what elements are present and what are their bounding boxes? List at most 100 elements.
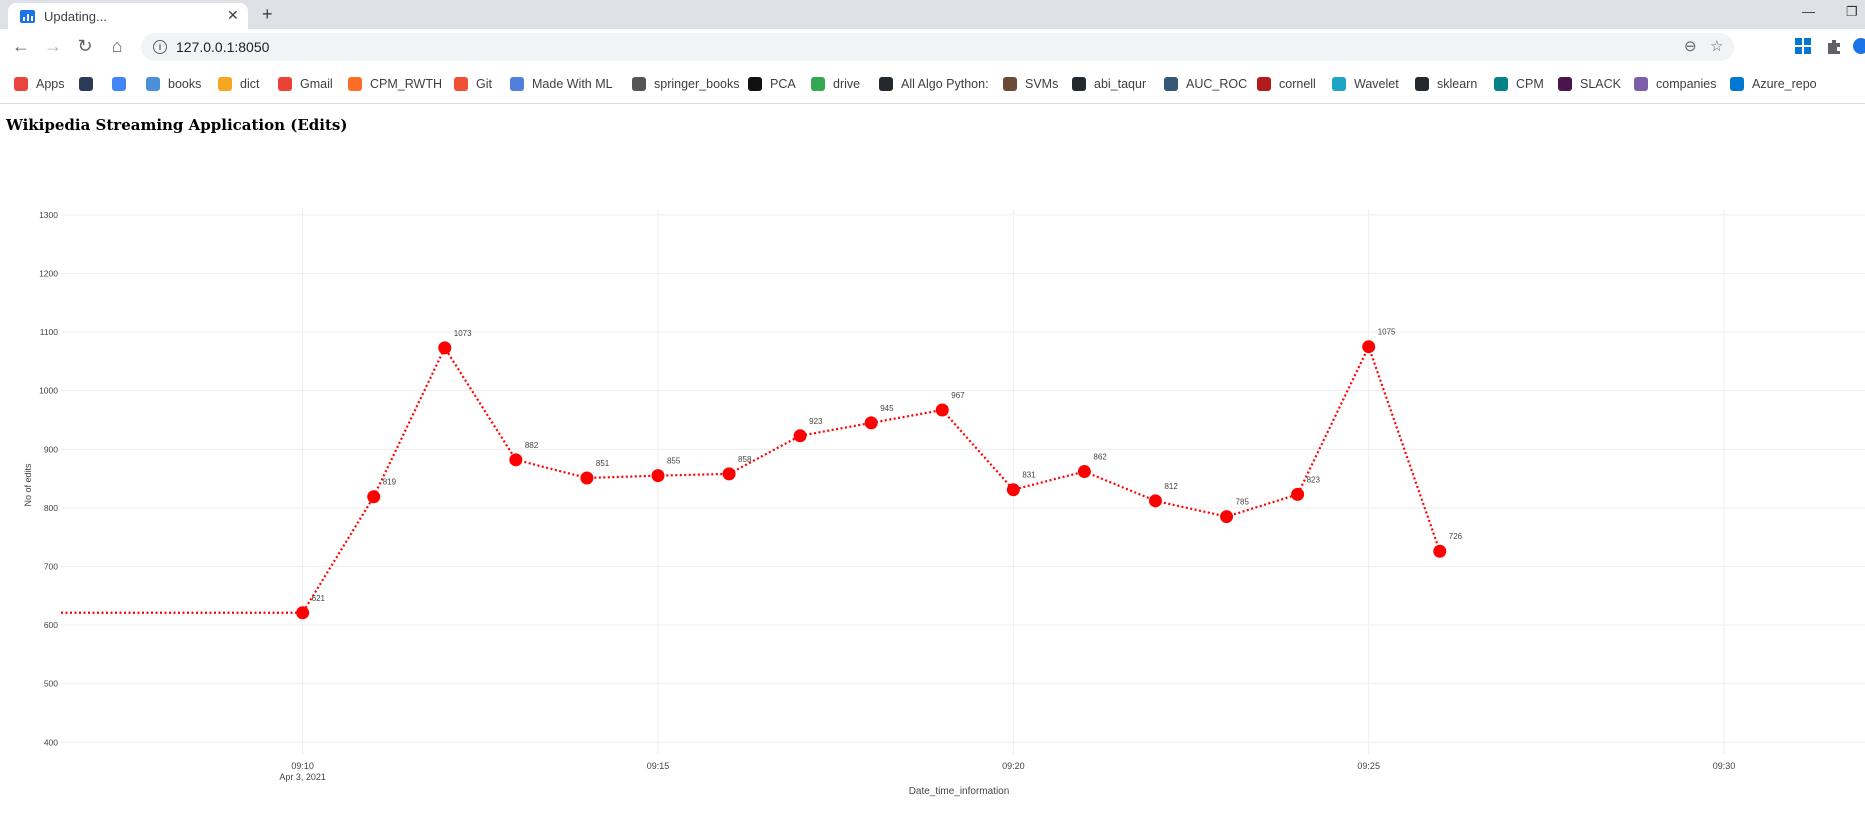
- bookmark-label: Wavelet: [1354, 77, 1399, 91]
- bookmark-item[interactable]: abi_taqur: [1072, 76, 1146, 92]
- bookmark-label: PCA: [770, 77, 796, 91]
- address-bar[interactable]: i 127.0.0.1:8050 ⊖ ☆: [141, 33, 1734, 61]
- data-point: [296, 606, 310, 620]
- bookmark-item[interactable]: sklearn: [1415, 76, 1477, 92]
- data-label: 923: [809, 417, 823, 426]
- data-label: 1073: [454, 329, 472, 338]
- puzzle-icon: [1634, 77, 1648, 91]
- data-point: [722, 467, 736, 481]
- bookmark-label: books: [168, 77, 202, 91]
- bookmark-label: cornell: [1279, 77, 1316, 91]
- data-point: [1077, 465, 1091, 479]
- bookmark-item[interactable]: [112, 76, 134, 92]
- series-edits: [61, 340, 1447, 620]
- bookmark-item[interactable]: PCA: [748, 76, 796, 92]
- extensions-puzzle-icon[interactable]: [1825, 37, 1843, 55]
- bookmark-item[interactable]: Made With ML: [510, 76, 613, 92]
- data-label: 831: [1022, 471, 1036, 480]
- bookmark-label: SLACK: [1580, 77, 1621, 91]
- y-axis-ticks: 400 500 600 700 800 900 1000 1100 1200 1300: [39, 210, 58, 747]
- page-title: Wikipedia Streaming Application (Edits): [6, 116, 348, 134]
- site-info-icon[interactable]: i: [153, 40, 167, 54]
- data-label: 823: [1307, 475, 1321, 484]
- bookmark-label: Made With ML: [532, 77, 613, 91]
- series-line: [61, 343, 1441, 614]
- windows-extension-icon[interactable]: [1794, 37, 1812, 55]
- wavelet-icon: [1332, 77, 1346, 91]
- data-point: [580, 471, 594, 485]
- bookmark-label: springer_books: [654, 77, 740, 91]
- data-label: 785: [1236, 498, 1250, 507]
- x-tick-label: 09:25: [1357, 761, 1380, 771]
- bookmark-item[interactable]: springer_books: [632, 76, 739, 92]
- data-point: [1362, 340, 1376, 354]
- bookmark-item[interactable]: SLACK: [1558, 76, 1621, 92]
- bookmark-star-icon[interactable]: ☆: [1710, 37, 1723, 55]
- zoom-icon[interactable]: ⊖: [1684, 37, 1697, 55]
- data-point: [509, 453, 523, 467]
- close-tab-icon[interactable]: ✕: [227, 7, 239, 24]
- data-point: [1006, 483, 1020, 497]
- url-text: 127.0.0.1:8050: [176, 39, 270, 55]
- bookmark-label: CPM_RWTH: [370, 77, 442, 91]
- back-arrow-icon[interactable]: ←: [10, 35, 32, 57]
- home-icon[interactable]: ⌂: [106, 35, 128, 57]
- restore-window-icon[interactable]: ❐: [1846, 4, 1858, 20]
- data-label: 1075: [1378, 328, 1396, 337]
- bookmark-label: sklearn: [1437, 77, 1478, 91]
- y-tick-label: 1100: [40, 327, 59, 337]
- browser-toolbar: ← → ↻ ⌂ i 127.0.0.1:8050 ⊖ ☆: [0, 29, 1865, 65]
- bookmark-item[interactable]: Git: [454, 76, 492, 92]
- bookmark-label: Gmail: [300, 77, 333, 91]
- gitlab-icon: [348, 77, 362, 91]
- bookmark-label: SVMs: [1025, 77, 1059, 91]
- data-label: 945: [880, 404, 894, 413]
- x-tick-label: 09:10: [291, 761, 314, 771]
- data-label: 882: [525, 441, 539, 450]
- y-tick-label: 600: [44, 620, 58, 630]
- x-axis-title: Date_time_information: [909, 786, 1010, 797]
- data-point: [651, 469, 665, 483]
- bookmark-item[interactable]: CPM: [1494, 76, 1544, 92]
- github-icon: [879, 77, 893, 91]
- bookmark-item[interactable]: books: [146, 76, 201, 92]
- data-label: 855: [667, 457, 681, 466]
- data-point: [1433, 544, 1447, 558]
- minimize-window-icon[interactable]: —: [1802, 4, 1815, 19]
- sharepoint-icon: [1494, 77, 1508, 91]
- bookmark-item[interactable]: CPM_RWTH: [348, 76, 442, 92]
- profile-avatar-icon[interactable]: [1852, 37, 1865, 55]
- bookmark-item[interactable]: Wavelet: [1332, 76, 1399, 92]
- bookmark-item[interactable]: Apps: [14, 76, 65, 92]
- bookmark-item[interactable]: Azure_repo: [1730, 76, 1817, 92]
- data-label: 726: [1449, 532, 1463, 541]
- bookmark-label: dict: [240, 77, 260, 91]
- new-tab-plus-icon[interactable]: +: [262, 4, 273, 25]
- bookmark-item[interactable]: dict: [218, 76, 259, 92]
- bookmark-item[interactable]: cornell: [1257, 76, 1316, 92]
- azure-icon: [1730, 77, 1744, 91]
- data-label: 851: [596, 459, 610, 468]
- browser-tab[interactable]: Updating... ✕: [8, 3, 248, 29]
- reload-icon[interactable]: ↻: [74, 35, 96, 57]
- data-label: 862: [1093, 453, 1107, 462]
- slack-icon: [1558, 77, 1572, 91]
- git-icon: [454, 77, 468, 91]
- bookmark-item[interactable]: AUC_ROC: [1164, 76, 1247, 92]
- bookmark-label: AUC_ROC: [1186, 77, 1248, 91]
- github-icon: [1415, 77, 1429, 91]
- bookmark-item[interactable]: SVMs: [1003, 76, 1058, 92]
- bookmark-label: Apps: [36, 77, 65, 91]
- ml-icon: [510, 77, 524, 91]
- data-point: [1220, 510, 1234, 524]
- bookmark-item[interactable]: companies: [1634, 76, 1716, 92]
- bookmark-item[interactable]: drive: [811, 76, 860, 92]
- bookmark-item[interactable]: All Algo Python:: [879, 76, 989, 92]
- bookmark-label: companies: [1656, 77, 1717, 91]
- data-label: 812: [1164, 482, 1178, 491]
- bookmark-item[interactable]: Gmail: [278, 76, 333, 92]
- forward-arrow-icon[interactable]: →: [42, 35, 64, 57]
- chart-grid: [61, 209, 1865, 754]
- y-tick-label: 1000: [39, 386, 58, 396]
- bookmark-item[interactable]: [79, 76, 101, 92]
